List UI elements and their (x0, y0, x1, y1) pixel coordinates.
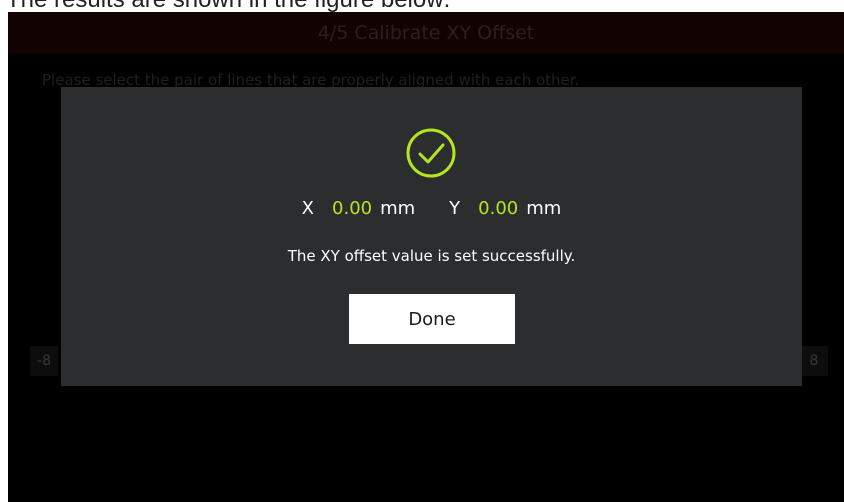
y-label: Y (449, 198, 461, 219)
check-circle-icon (406, 128, 456, 178)
y-unit: mm (526, 198, 562, 219)
x-value: 0.00 (332, 198, 373, 219)
x-unit: mm (380, 198, 416, 219)
printer-screen: 4/5 Calibrate XY Offset Please select th… (8, 12, 844, 502)
caption-text: The results are shown in the figure belo… (0, 0, 844, 12)
y-value: 0.00 (478, 198, 519, 219)
success-dialog: X 0.00 mm Y 0.00 mm The XY offset value … (61, 87, 802, 386)
done-button[interactable]: Done (349, 294, 515, 344)
success-message: The XY offset value is set successfully. (287, 247, 576, 265)
x-label: X (301, 198, 315, 219)
offset-values: X 0.00 mm Y 0.00 mm (61, 198, 802, 228)
